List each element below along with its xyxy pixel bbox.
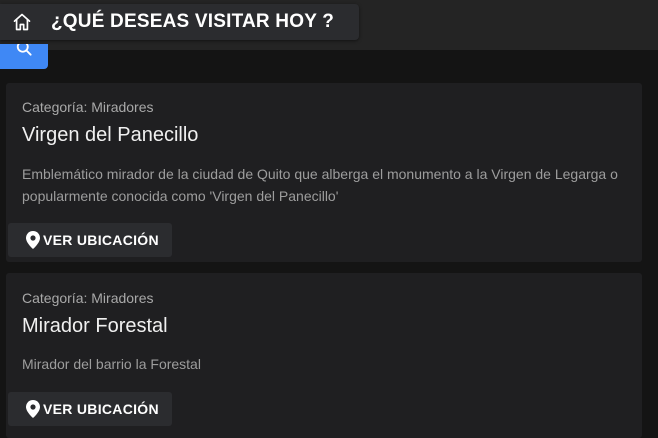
- place-description: Emblemático mirador de la ciudad de Quit…: [22, 163, 622, 207]
- view-location-label: VER UBICACIÓN: [43, 401, 159, 417]
- view-location-button[interactable]: VER UBICACIÓN: [8, 223, 172, 257]
- place-category: Categoría: Miradores: [22, 290, 154, 306]
- place-card: Categoría: Miradores Mirador Forestal Mi…: [6, 273, 642, 438]
- home-icon: [12, 12, 32, 32]
- place-description-line: Mirador del barrio la Forestal: [22, 356, 201, 372]
- view-location-button[interactable]: VER UBICACIÓN: [8, 392, 172, 426]
- view-location-label: VER UBICACIÓN: [43, 232, 159, 248]
- home-button[interactable]: [0, 4, 44, 40]
- location-pin-icon: [26, 231, 40, 249]
- header-chip: ¿QUÉ DESEAS VISITAR HOY ?: [0, 4, 359, 40]
- search-icon: [14, 44, 34, 58]
- place-description-line: popularmente conocida como 'Virgen del P…: [22, 188, 339, 204]
- place-description: Mirador del barrio la Forestal: [22, 353, 622, 375]
- place-card: Categoría: Miradores Virgen del Panecill…: [6, 83, 642, 262]
- place-name: Virgen del Panecillo: [22, 124, 199, 146]
- search-button[interactable]: [0, 44, 48, 69]
- place-name: Mirador Forestal: [22, 315, 168, 337]
- page-title: ¿QUÉ DESEAS VISITAR HOY ?: [51, 11, 335, 32]
- location-pin-icon: [26, 400, 40, 418]
- place-description-line: Emblemático mirador de la ciudad de Quit…: [22, 166, 618, 182]
- place-category: Categoría: Miradores: [22, 99, 154, 115]
